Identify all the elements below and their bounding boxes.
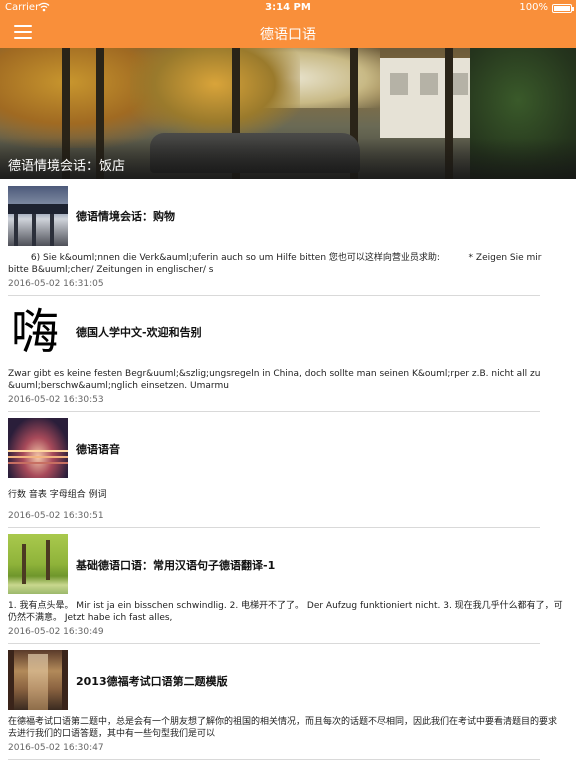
banner-title[interactable]: 德语情境会话：饭店 <box>8 155 125 174</box>
article-summary: 6) Sie k&ouml;nnen die Verk&auml;uferin … <box>8 253 545 275</box>
article-thumbnail <box>8 418 68 478</box>
article-title: 2013德福考试口语第二题模版 <box>76 675 228 688</box>
article-summary: 在德福考试口语第二题中，总是会有一个朋友想了解你的祖国的相关情况，而且每次的话题… <box>8 717 558 739</box>
status-bar: Carrier 3:14 PM 100% <box>0 0 576 17</box>
article-thumbnail: 嗨 <box>8 302 68 362</box>
article-summary: 1. 我有点头晕。 Mir ist ja ein bisschen schwin… <box>8 601 563 623</box>
article-thumbnail <box>8 534 68 594</box>
article-thumbnail <box>8 650 68 710</box>
list-item[interactable]: 德语情境会话：购物 6) Sie k&ouml;nnen die Verk&au… <box>0 186 576 296</box>
article-date: 2016-05-02 16:30:51 <box>8 511 104 521</box>
article-thumbnail <box>8 186 68 246</box>
page-title: 德语口语 <box>260 27 316 43</box>
divider <box>8 643 540 644</box>
status-time: 3:14 PM <box>265 2 311 13</box>
battery-icon <box>552 4 574 13</box>
article-title: 德国人学中文-欢迎和告别 <box>76 326 202 339</box>
hi-glyph: 嗨 <box>11 304 60 360</box>
article-title: 德语情境会话：购物 <box>76 210 175 223</box>
article-title: 基础德语口语：常用汉语句子德语翻译-1 <box>76 559 276 572</box>
article-summary: Zwar gibt es keine festen Begr&uuml;&szl… <box>8 369 541 391</box>
article-summary: 行数 音表 字母组合 例词 <box>8 490 107 500</box>
list-item[interactable]: 2013德福考试口语第二题模版 在德福考试口语第二题中，总是会有一个朋友想了解你… <box>0 650 576 760</box>
battery-percent: 100% <box>519 2 548 13</box>
article-date: 2016-05-02 16:30:49 <box>8 627 104 637</box>
divider <box>8 527 540 528</box>
list-item[interactable]: 嗨 德国人学中文-欢迎和告别 Zwar gibt es keine festen… <box>0 302 576 412</box>
article-title: 德语语音 <box>76 443 120 456</box>
article-date: 2016-05-02 16:30:47 <box>8 743 104 753</box>
article-date: 2016-05-02 16:30:53 <box>8 395 104 405</box>
article-date: 2016-05-02 16:31:05 <box>8 279 104 289</box>
divider <box>8 759 540 760</box>
divider <box>8 295 540 296</box>
navigation-bar: 德语口语 <box>0 17 576 48</box>
list-item[interactable]: 德语语音 行数 音表 字母组合 例词 2016-05-02 16:30:51 <box>0 418 576 528</box>
divider <box>8 411 540 412</box>
list-item[interactable]: 基础德语口语：常用汉语句子德语翻译-1 1. 我有点头晕。 Mir ist ja… <box>0 534 576 644</box>
